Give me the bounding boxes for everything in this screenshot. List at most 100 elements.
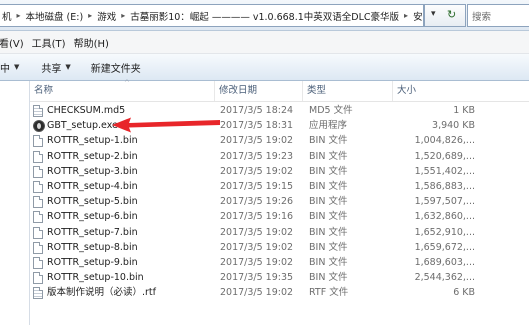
menu-tools[interactable]: 工具(T) xyxy=(32,35,74,50)
bin-file-icon xyxy=(33,211,44,224)
md5-file-icon xyxy=(33,105,44,117)
file-name: 版本制作说明（必读）.rtf xyxy=(47,287,156,299)
file-type: BIN 文件 xyxy=(309,196,348,208)
file-name: ROTTR_setup-2.bin xyxy=(47,150,138,162)
file-row[interactable]: CHECKSUM.md5 2017/3/5 18:24 MD5 文件 1 KB xyxy=(30,103,529,118)
bin-file-icon xyxy=(33,196,43,209)
column-header-type[interactable]: 类型 xyxy=(303,81,393,101)
file-row[interactable]: 版本制作说明（必读）.rtf 2017/3/5 19:02 RTF 文件 6 KB xyxy=(30,285,529,300)
file-name: ROTTR_setup-6.bin xyxy=(47,211,138,223)
file-date: 2017/3/5 19:15 xyxy=(220,180,294,192)
search-input[interactable]: 搜索 xyxy=(467,4,529,27)
file-row[interactable]: GBT_setup.exe 2017/3/5 18:31 应用程序 3,940 KB xyxy=(30,118,529,133)
bin-file-icon xyxy=(33,256,44,269)
breadcrumb-separator-icon[interactable]: ▸ xyxy=(401,11,411,20)
file-date: 2017/3/5 19:02 xyxy=(220,226,294,238)
bin-file-icon xyxy=(33,165,43,178)
toolbar-left-button[interactable]: 中 ▼ xyxy=(0,60,29,75)
bin-file-icon xyxy=(33,226,44,239)
file-date: 2017/3/5 19:35 xyxy=(220,272,294,284)
file-size: 6 KB xyxy=(453,287,475,299)
file-size: 1 KB xyxy=(453,105,475,116)
file-name: ROTTR_setup-4.bin xyxy=(47,180,138,192)
bin-file-icon xyxy=(33,226,43,239)
file-type: 应用程序 xyxy=(309,120,348,132)
breadcrumb-separator-icon[interactable]: ▸ xyxy=(14,11,24,20)
file-row[interactable]: ROTTR_setup-10.bin 2017/3/5 19:35 BIN 文件 2,… xyxy=(30,270,529,285)
bin-file-icon xyxy=(33,165,44,178)
file-name: ROTTR_setup-9.bin xyxy=(47,256,138,268)
file-size: 1,520,689,... xyxy=(414,150,475,162)
menu-help[interactable]: 帮助(H) xyxy=(74,35,117,50)
file-size: 1,597,507,... xyxy=(414,196,475,208)
file-row[interactable]: ROTTR_setup-9.bin 2017/3/5 19:02 BIN 文件 1,6… xyxy=(30,255,529,270)
file-size: 1,004,826,... xyxy=(414,135,475,147)
breadcrumb-item[interactable]: 古墓丽影10：崛起 ———— v1.0.668.1中英双语全DLC豪华版 xyxy=(128,9,401,23)
file-type: BIN 文件 xyxy=(309,150,348,162)
menu-view[interactable]: 看(V) xyxy=(0,35,32,50)
file-name: ROTTR_setup-7.bin xyxy=(47,226,138,238)
share-label: 共享 xyxy=(41,63,62,75)
file-size: 1,551,402,... xyxy=(414,165,475,177)
breadcrumb-item[interactable]: 安装 xyxy=(411,9,423,23)
exe-icon xyxy=(33,120,45,133)
file-type: MD5 文件 xyxy=(309,105,353,116)
column-header-size[interactable]: 大小 xyxy=(393,81,529,101)
file-date: 2017/3/5 19:02 xyxy=(220,241,294,253)
file-row[interactable]: ROTTR_setup-8.bin 2017/3/5 19:02 BIN 文件 1,6… xyxy=(30,240,529,255)
file-date: 2017/3/5 19:02 xyxy=(220,256,294,268)
column-header-name[interactable]: 名称 xyxy=(30,81,215,101)
bin-file-icon xyxy=(33,256,43,269)
chevron-down-icon: ▼ xyxy=(65,63,71,71)
bin-file-icon xyxy=(33,272,44,285)
file-type: BIN 文件 xyxy=(309,241,348,253)
file-date: 2017/3/5 19:26 xyxy=(220,196,294,208)
file-row[interactable]: ROTTR_setup-2.bin 2017/3/5 19:23 BIN 文件 1,5… xyxy=(30,149,529,164)
file-type: BIN 文件 xyxy=(309,165,348,177)
file-size: 1,689,603,... xyxy=(414,256,475,268)
file-name: CHECKSUM.md5 xyxy=(47,105,126,116)
file-date: 2017/3/5 18:24 xyxy=(220,105,294,116)
rtf-file-icon xyxy=(33,287,43,300)
breadcrumb-separator-icon[interactable]: ▸ xyxy=(85,11,95,20)
menu-bar: 看(V) 工具(T) 帮助(H) xyxy=(0,31,529,54)
file-size: 1,586,883,... xyxy=(414,180,475,192)
bin-file-icon xyxy=(33,150,44,163)
file-name: ROTTR_setup-8.bin xyxy=(47,241,138,253)
toolbar-left-label: 中 xyxy=(0,63,10,75)
breadcrumb-item[interactable]: 游戏 xyxy=(95,9,118,23)
exe-icon xyxy=(33,120,45,133)
file-row[interactable]: ROTTR_setup-4.bin 2017/3/5 19:15 BIN 文件 1,5… xyxy=(30,179,529,194)
breadcrumb-item[interactable]: 本地磁盘 (E:) xyxy=(24,9,86,23)
file-row[interactable]: ROTTR_setup-6.bin 2017/3/5 19:16 BIN 文件 1,6… xyxy=(30,209,529,224)
breadcrumb-separator-icon[interactable]: ▸ xyxy=(118,11,128,20)
bin-file-icon xyxy=(33,272,43,285)
history-dropdown-icon[interactable]: ▾ xyxy=(431,9,436,19)
breadcrumb[interactable]: 机 ▸ 本地磁盘 (E:) ▸ 游戏 ▸ 古墓丽影10：崛起 ———— v1.0… xyxy=(0,4,424,27)
new-folder-button[interactable]: 新建文件夹 xyxy=(81,60,151,75)
file-date: 2017/3/5 19:02 xyxy=(220,287,294,299)
bin-file-icon xyxy=(33,211,43,224)
file-row[interactable]: ROTTR_setup-3.bin 2017/3/5 19:02 BIN 文件 1,5… xyxy=(30,164,529,179)
bin-file-icon xyxy=(33,241,43,254)
file-type: BIN 文件 xyxy=(309,180,348,192)
file-row[interactable]: ROTTR_setup-1.bin 2017/3/5 19:02 BIN 文件 1,0… xyxy=(30,133,529,148)
share-button[interactable]: 共享 ▼ xyxy=(29,60,80,75)
search-placeholder: 搜索 xyxy=(472,11,492,23)
refresh-icon[interactable]: ↻ xyxy=(447,8,456,21)
file-type: BIN 文件 xyxy=(309,135,348,147)
file-list: CHECKSUM.md5 2017/3/5 18:24 MD5 文件 1 KB GBT_… xyxy=(30,103,529,300)
file-row[interactable]: ROTTR_setup-7.bin 2017/3/5 19:02 BIN 文件 1,6… xyxy=(30,225,529,240)
navigation-pane[interactable] xyxy=(0,81,30,325)
file-row[interactable]: ROTTR_setup-5.bin 2017/3/5 19:26 BIN 文件 1,5… xyxy=(30,194,529,209)
file-name: ROTTR_setup-3.bin xyxy=(47,165,138,177)
new-folder-label: 新建文件夹 xyxy=(90,63,141,75)
file-size: 2,544,362,... xyxy=(414,272,475,284)
file-size: 1,652,910,... xyxy=(414,226,475,238)
column-header-date[interactable]: 修改日期 xyxy=(215,81,303,101)
file-size: 1,659,672,... xyxy=(414,241,475,253)
address-bar: 机 ▸ 本地磁盘 (E:) ▸ 游戏 ▸ 古墓丽影10：崛起 ———— v1.0… xyxy=(0,0,529,31)
breadcrumb-item[interactable]: 机 xyxy=(0,9,14,23)
address-controls: ▾ ↻ xyxy=(424,4,466,27)
file-size: 1,632,860,... xyxy=(414,211,475,223)
